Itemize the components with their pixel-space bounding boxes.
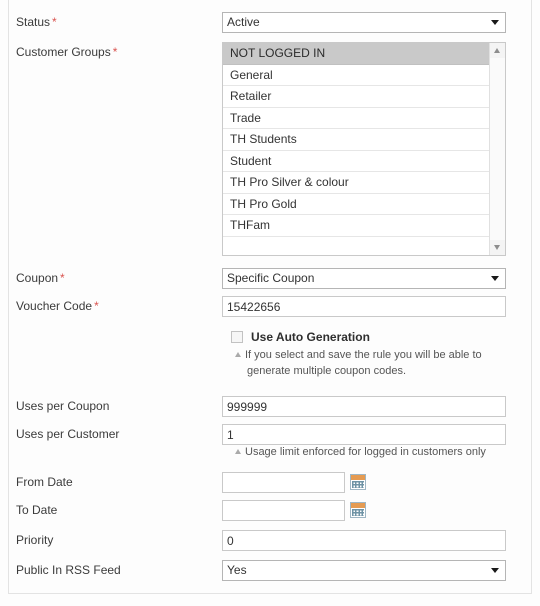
note-bullet-icon bbox=[235, 352, 241, 357]
uses-per-customer-input[interactable] bbox=[222, 424, 506, 445]
listbox-option[interactable]: THFam bbox=[223, 215, 489, 237]
listbox-option[interactable]: NOT LOGGED IN bbox=[223, 43, 489, 65]
customer-groups-listbox-wrap: NOT LOGGED IN General Retailer Trade TH Stud… bbox=[222, 42, 506, 256]
label-uses-per-coupon: Uses per Coupon bbox=[16, 399, 110, 413]
form-row-from-date: From Date bbox=[0, 472, 540, 494]
uses-per-coupon-input[interactable] bbox=[222, 396, 506, 417]
label-coupon: Coupon * bbox=[16, 271, 65, 285]
public-rss-select-wrap: Yes bbox=[222, 560, 506, 581]
listbox-option[interactable]: General bbox=[223, 65, 489, 86]
status-select-value: Active bbox=[227, 15, 260, 29]
label-to-date: To Date bbox=[16, 503, 58, 517]
use-auto-generation-label: Use Auto Generation bbox=[251, 330, 370, 344]
note-bullet-icon bbox=[235, 449, 241, 454]
scroll-up-arrow-icon[interactable] bbox=[490, 43, 505, 58]
form-row-voucher-code: Voucher Code * bbox=[0, 296, 540, 318]
voucher-code-input[interactable] bbox=[222, 296, 506, 317]
listbox-option[interactable]: Retailer bbox=[223, 86, 489, 108]
label-status: Status * bbox=[16, 15, 57, 29]
label-voucher-code: Voucher Code * bbox=[16, 299, 99, 313]
status-select[interactable]: Active bbox=[222, 12, 506, 33]
uses-per-coupon-input-wrap bbox=[222, 396, 506, 417]
public-rss-select-value: Yes bbox=[227, 563, 247, 577]
required-marker: * bbox=[52, 15, 57, 29]
form-row-coupon: Coupon * Specific Coupon bbox=[0, 268, 540, 290]
customer-groups-listbox[interactable]: NOT LOGGED IN General Retailer Trade TH Stud… bbox=[222, 42, 506, 256]
public-rss-select-native[interactable] bbox=[222, 560, 506, 581]
form-row-to-date: To Date bbox=[0, 500, 540, 522]
status-select-native[interactable] bbox=[222, 12, 506, 33]
calendar-icon[interactable] bbox=[350, 474, 366, 490]
form-row-uses-per-customer: Uses per Customer bbox=[0, 424, 540, 446]
form-row-customer-groups: Customer Groups * NOT LOGGED IN General Ret… bbox=[0, 42, 540, 258]
required-marker: * bbox=[112, 45, 118, 59]
public-rss-select[interactable]: Yes bbox=[222, 560, 506, 581]
listbox-option[interactable]: Student bbox=[223, 151, 489, 172]
use-auto-generation-row[interactable]: Use Auto Generation bbox=[231, 330, 370, 344]
coupon-select-value: Specific Coupon bbox=[227, 271, 315, 285]
form-row-uses-per-coupon: Uses per Coupon bbox=[0, 396, 540, 418]
to-date-input-wrap bbox=[222, 500, 345, 521]
form-row-status: Status * Active bbox=[0, 12, 540, 34]
customer-groups-options[interactable]: NOT LOGGED IN General Retailer Trade TH Stud… bbox=[223, 43, 489, 255]
listbox-option[interactable]: TH Pro Gold bbox=[223, 194, 489, 215]
label-public-in-rss-feed: Public In RSS Feed bbox=[16, 563, 121, 577]
listbox-scrollbar[interactable] bbox=[489, 43, 505, 255]
use-auto-generation-checkbox[interactable] bbox=[231, 331, 243, 343]
label-from-date: From Date bbox=[16, 475, 73, 489]
from-date-input[interactable] bbox=[222, 472, 345, 493]
auto-generation-note-line1: If you select and save the rule you will… bbox=[235, 348, 482, 363]
form-row-public-in-rss-feed: Public In RSS Feed Yes bbox=[0, 560, 540, 582]
to-date-input[interactable] bbox=[222, 500, 345, 521]
label-uses-per-customer: Uses per Customer bbox=[16, 427, 120, 441]
required-marker: * bbox=[60, 271, 65, 285]
priority-input[interactable] bbox=[222, 530, 506, 551]
from-date-input-wrap bbox=[222, 472, 345, 493]
coupon-select[interactable]: Specific Coupon bbox=[222, 268, 506, 289]
label-customer-groups: Customer Groups * bbox=[16, 45, 118, 59]
uses-per-customer-input-wrap bbox=[222, 424, 506, 445]
listbox-option[interactable]: TH Pro Silver & colour bbox=[223, 172, 489, 194]
voucher-code-input-wrap bbox=[222, 296, 506, 317]
required-marker: * bbox=[94, 299, 99, 313]
auto-generation-note-line2: generate multiple coupon codes. bbox=[247, 365, 406, 377]
coupon-select-wrap: Specific Coupon bbox=[222, 268, 506, 289]
uses-per-customer-note: Usage limit enforced for logged in custo… bbox=[235, 445, 486, 460]
listbox-option[interactable]: Trade bbox=[223, 108, 489, 129]
form-row-priority: Priority bbox=[0, 530, 540, 552]
status-select-wrap: Active bbox=[222, 12, 506, 33]
calendar-icon[interactable] bbox=[350, 502, 366, 518]
scroll-down-arrow-icon[interactable] bbox=[490, 240, 505, 255]
listbox-option[interactable]: TH Students bbox=[223, 129, 489, 151]
priority-input-wrap bbox=[222, 530, 506, 551]
label-priority: Priority bbox=[16, 533, 54, 547]
